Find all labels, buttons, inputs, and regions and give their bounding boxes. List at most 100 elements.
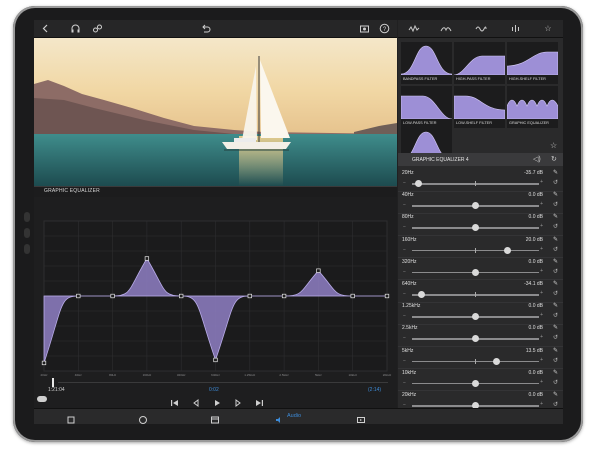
slider-knob[interactable] (503, 246, 511, 254)
wave-icon[interactable] (475, 23, 487, 34)
reset-band-icon[interactable]: ↺ (553, 290, 558, 297)
minus-label: − (403, 202, 406, 209)
crop-icon[interactable] (66, 412, 76, 424)
eq-response-graph[interactable]: 20Hz 40Hz 80Hz 160Hz 320Hz 640Hz 1.25kHz 2.5kHz… (34, 197, 397, 378)
edit-pencil-icon[interactable]: ✎ (553, 391, 558, 398)
reset-band-icon[interactable]: ↺ (553, 312, 558, 319)
preset-high-shelf-filter[interactable]: HIGH-SHELF FILTER (506, 42, 559, 84)
reset-band-icon[interactable]: ↺ (553, 357, 558, 364)
band-frequency: 10kHz (402, 369, 417, 376)
export-icon[interactable] (356, 412, 366, 424)
transform-icon[interactable] (210, 412, 220, 424)
band-slider[interactable] (412, 291, 539, 298)
preset-label: LOW-SHELF FILTER (456, 121, 492, 125)
edit-pencil-icon[interactable]: ✎ (553, 236, 558, 243)
headphones-icon[interactable] (70, 23, 81, 34)
timeline[interactable]: 1:21:04 0:02 (2:14) (34, 378, 397, 393)
help-icon[interactable]: ? (379, 23, 390, 34)
plus-label: + (540, 401, 543, 407)
slider-knob[interactable] (472, 379, 479, 387)
playhead[interactable] (52, 378, 54, 387)
camera-icon[interactable] (359, 23, 370, 34)
preset-high-pass-filter[interactable]: HIGH-PASS FILTER (453, 42, 506, 84)
slider-knob[interactable] (472, 224, 479, 232)
edit-pencil-icon[interactable]: ✎ (553, 347, 558, 354)
edit-pencil-icon[interactable]: ✎ (553, 280, 558, 287)
audio-tab-label[interactable]: Audio (287, 413, 301, 419)
waveform-icon[interactable] (408, 23, 420, 34)
preset-low-pass-filter[interactable]: LOW-PASS FILTER (400, 86, 453, 128)
audio-icon[interactable] (274, 412, 284, 424)
link-icon[interactable] (92, 23, 103, 34)
video-preview[interactable] (34, 38, 397, 186)
eq-band-row: 20Hz -35.7 dB ✎ − + ↺ (398, 167, 563, 192)
edit-pencil-icon[interactable]: ✎ (553, 369, 558, 376)
eq-node-2.5kHz[interactable] (281, 293, 287, 299)
band-slider[interactable] (412, 246, 539, 254)
top-toolbar: ? (34, 20, 397, 38)
reset-band-icon[interactable]: ↺ (553, 223, 558, 230)
reset-band-icon[interactable]: ↺ (553, 179, 558, 186)
preset-extra[interactable] (400, 128, 453, 162)
band-slider[interactable] (412, 202, 539, 210)
minus-label: − (403, 246, 406, 253)
reset-band-icon[interactable]: ↺ (553, 246, 558, 253)
slider-knob[interactable] (417, 291, 425, 298)
eq-node-160Hz[interactable] (144, 256, 150, 261)
slider-knob[interactable] (493, 357, 501, 365)
edit-pencil-icon[interactable]: ✎ (553, 213, 558, 220)
edit-pencil-icon[interactable]: ✎ (553, 191, 558, 198)
star-icon[interactable]: ☆ (542, 23, 554, 34)
reset-band-icon[interactable]: ↺ (553, 401, 558, 408)
edit-pencil-icon[interactable]: ✎ (553, 169, 558, 176)
freq-tick-label: 2.5kHz (279, 373, 289, 377)
slider-knob[interactable] (472, 313, 479, 321)
toggle-icon[interactable] (37, 396, 47, 402)
eq-node-1.25kHz[interactable] (247, 293, 252, 299)
color-wheel-icon[interactable] (138, 412, 148, 424)
eq-node-10kHz[interactable] (350, 293, 355, 299)
preset-bandpass-filter[interactable]: BANDPASS FILTER (400, 42, 453, 84)
band-slider[interactable] (412, 313, 539, 321)
reset-band-icon[interactable]: ↺ (553, 268, 558, 275)
band-slider[interactable] (412, 224, 539, 232)
slider-knob[interactable] (472, 335, 479, 343)
plus-label: + (540, 223, 543, 230)
edit-pencil-icon[interactable]: ✎ (553, 324, 558, 331)
right-tabs: ☆ (398, 20, 563, 38)
timeline-track[interactable] (58, 382, 388, 383)
band-slider[interactable] (412, 335, 539, 343)
preset-graphic-equalizer[interactable]: GRAPHIC EQUALIZER (506, 86, 559, 128)
band-slider[interactable] (412, 402, 539, 409)
back-arrow-icon[interactable] (40, 23, 51, 34)
slider-knob[interactable] (472, 268, 479, 276)
edit-pencil-icon[interactable]: ✎ (553, 258, 558, 265)
band-value: -34.1 dB (524, 281, 543, 287)
slider-knob[interactable] (415, 180, 423, 187)
band-slider[interactable] (412, 379, 539, 387)
edit-pencil-icon[interactable]: ✎ (553, 302, 558, 309)
eq-node-5kHz[interactable] (316, 268, 321, 273)
eq-node-640Hz[interactable] (213, 357, 218, 363)
undo-icon[interactable] (200, 23, 211, 34)
band-slider[interactable] (412, 180, 539, 187)
slider-knob[interactable] (472, 202, 479, 210)
reset-band-icon[interactable]: ↺ (553, 201, 558, 208)
speaker-icon[interactable]: ◁) (533, 155, 541, 163)
spectrum-icon[interactable] (510, 23, 522, 34)
eq-node-80Hz[interactable] (110, 293, 115, 299)
eq-node-40Hz[interactable] (76, 293, 81, 299)
band-slider[interactable] (412, 268, 539, 276)
reset-band-icon[interactable]: ↺ (553, 334, 558, 341)
favorite-star-icon[interactable]: ☆ (550, 141, 557, 150)
eq-curve-svg[interactable]: 20Hz 40Hz 80Hz 160Hz 320Hz 640Hz 1.25kHz 2.5kHz… (34, 197, 397, 378)
band-slider[interactable] (412, 357, 539, 365)
eq-node-20kHz[interactable] (384, 293, 390, 299)
eq-node-320Hz[interactable] (179, 293, 184, 299)
reset-band-icon[interactable]: ↺ (553, 379, 558, 386)
preset-low-shelf-filter[interactable]: LOW-SHELF FILTER (453, 86, 506, 128)
eq-node-20Hz[interactable] (41, 360, 47, 366)
band-value: 0.0 dB (528, 192, 543, 199)
eq-curve-icon[interactable] (440, 23, 452, 34)
reset-icon[interactable]: ↻ (551, 155, 557, 163)
